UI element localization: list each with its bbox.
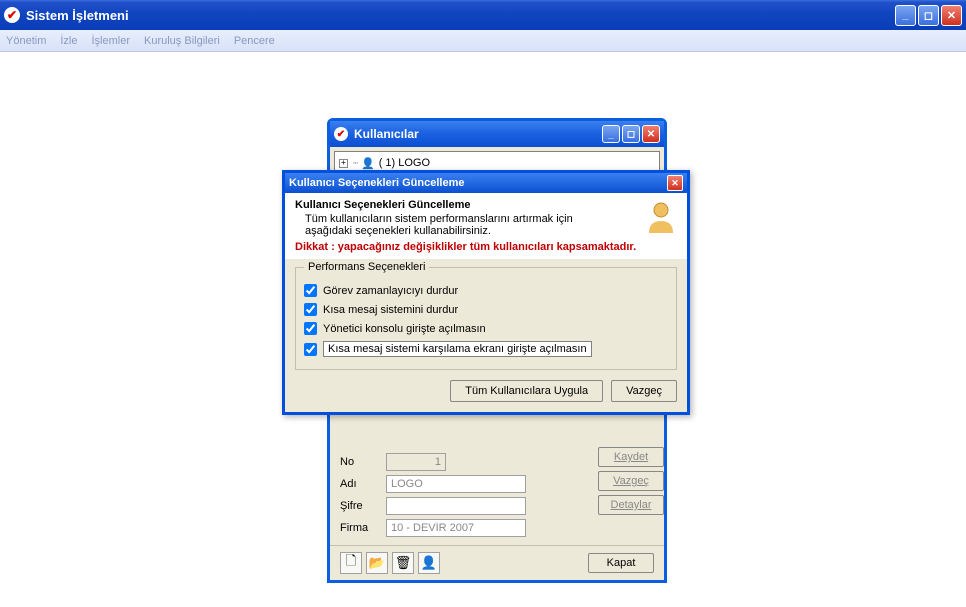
chk-gorev-zamanlayici[interactable] [304, 284, 317, 297]
menu-pencere[interactable]: Pencere [234, 35, 275, 47]
open-icon[interactable]: 📂 [366, 552, 388, 574]
users-maximize-button[interactable]: ◻ [622, 125, 640, 143]
vazgec-button[interactable]: Vazgeç [598, 471, 664, 491]
menu-kurulus[interactable]: Kuruluş Bilgileri [144, 35, 220, 47]
groupbox-title: Performans Seçenekleri [304, 261, 429, 273]
chk-karsilama-ekrani-label: Kısa mesaj sistemi karşılama ekranı giri… [323, 341, 592, 357]
user-icon[interactable]: 👤 [418, 552, 440, 574]
menu-islemler[interactable]: İşlemler [91, 35, 130, 47]
dialog-title: Kullanıcı Seçenekleri Güncelleme [289, 177, 667, 189]
dialog-desc2: aşağıdaki seçenekleri kullanabilirsiniz. [305, 225, 677, 237]
input-sifre[interactable] [386, 497, 526, 515]
input-no[interactable] [386, 453, 446, 471]
menu-yonetim[interactable]: Yönetim [6, 35, 46, 47]
chk-yonetici-konsolu-label: Yönetici konsolu girişte açılmasın [323, 323, 486, 335]
chk-karsilama-ekrani[interactable] [304, 343, 317, 356]
dialog-body: Performans Seçenekleri Görev zamanlayıcı… [285, 259, 687, 412]
kapat-button[interactable]: Kapat [588, 553, 654, 573]
options-dialog: Kullanıcı Seçenekleri Güncelleme ✕ Kulla… [282, 170, 690, 415]
main-title: Sistem İşletmeni [26, 8, 895, 23]
chk-yonetici-konsolu[interactable] [304, 322, 317, 335]
apply-all-button[interactable]: Tüm Kullanıcılara Uygula [450, 380, 603, 402]
menubar: Yönetim İzle İşlemler Kuruluş Bilgileri … [0, 30, 966, 52]
menu-izle[interactable]: İzle [60, 35, 77, 47]
dialog-heading: Kullanıcı Seçenekleri Güncelleme [295, 199, 677, 211]
new-icon[interactable]: 🗋 [340, 552, 362, 574]
users-titlebar: ✔ Kullanıcılar _ ◻ ✕ [330, 121, 664, 147]
chk-kisa-mesaj-label: Kısa mesaj sistemini durdur [323, 304, 458, 316]
maximize-button[interactable]: ◻ [918, 5, 939, 26]
person-icon: 👤 [361, 157, 375, 170]
input-firma[interactable] [386, 519, 526, 537]
dialog-warning: Dikkat : yapacağınız değişiklikler tüm k… [295, 241, 677, 253]
close-button[interactable]: ✕ [941, 5, 962, 26]
main-titlebar: ✔ Sistem İşletmeni _ ◻ ✕ [0, 0, 966, 30]
label-no: No [340, 456, 386, 468]
detaylar-button[interactable]: Detaylar [598, 495, 664, 515]
users-title: Kullanıcılar [354, 127, 600, 141]
label-adi: Adı [340, 478, 386, 490]
dialog-desc1: Tüm kullanıcıların sistem performansları… [305, 213, 677, 225]
app-icon: ✔ [4, 7, 20, 23]
dialog-close-button[interactable]: ✕ [667, 175, 683, 191]
kaydet-button[interactable]: Kaydet [598, 447, 664, 467]
user-form: No Adı Şifre Firma Kaydet Vazgeç Detayla… [330, 447, 664, 545]
user-avatar-icon [643, 199, 679, 235]
dialog-header: Kullanıcı Seçenekleri Güncelleme Tüm kul… [285, 193, 687, 259]
tree-expand-icon[interactable]: + [339, 159, 348, 168]
users-toolbar: 🗋 📂 🗑 👤 Kapat [330, 545, 664, 580]
users-close-button[interactable]: ✕ [642, 125, 660, 143]
chk-kisa-mesaj[interactable] [304, 303, 317, 316]
tree-connector: ··· [352, 157, 357, 169]
delete-icon[interactable]: 🗑 [392, 552, 414, 574]
cancel-button[interactable]: Vazgeç [611, 380, 677, 402]
performance-groupbox: Performans Seçenekleri Görev zamanlayıcı… [295, 267, 677, 370]
dialog-titlebar: Kullanıcı Seçenekleri Güncelleme ✕ [285, 173, 687, 193]
tree-item-label: ( 1) LOGO [379, 157, 430, 169]
users-icon: ✔ [334, 127, 348, 141]
users-minimize-button[interactable]: _ [602, 125, 620, 143]
minimize-button[interactable]: _ [895, 5, 916, 26]
chk-gorev-zamanlayici-label: Görev zamanlayıcıyı durdur [323, 285, 458, 297]
label-firma: Firma [340, 522, 386, 534]
label-sifre: Şifre [340, 500, 386, 512]
input-adi[interactable] [386, 475, 526, 493]
